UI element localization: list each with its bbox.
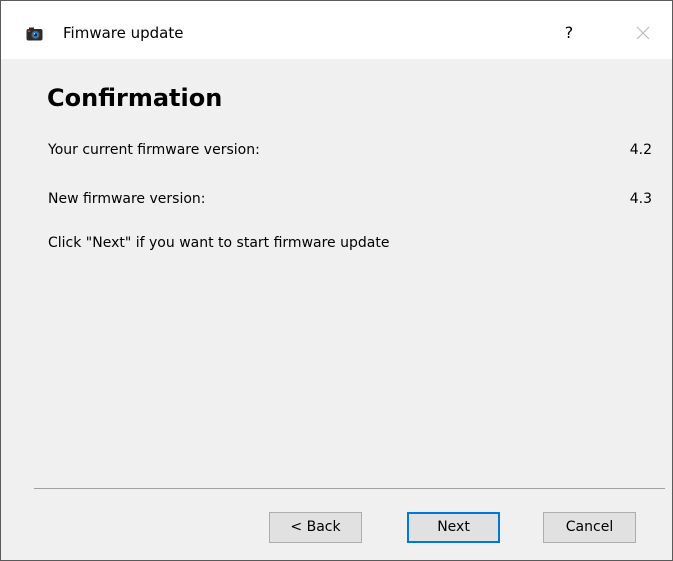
close-button[interactable] [620, 16, 666, 50]
current-version-value: 4.2 [629, 142, 652, 158]
cancel-button[interactable]: Cancel [543, 512, 636, 543]
footer-separator [34, 488, 665, 489]
current-version-label: Your current firmware version: [48, 142, 260, 158]
close-icon [636, 26, 650, 40]
window-title: Fimware update [63, 24, 184, 42]
page-title: Confirmation [47, 84, 223, 112]
help-button[interactable]: ? [546, 16, 592, 50]
title-bar: Fimware update ? [1, 1, 672, 59]
firmware-update-dialog: Fimware update ? Confirmation Your curre… [0, 0, 673, 561]
next-button[interactable]: Next [407, 512, 500, 543]
camera-icon [26, 26, 43, 41]
back-button[interactable]: < Back [269, 512, 362, 543]
new-version-value: 4.3 [629, 191, 652, 207]
new-version-label: New firmware version: [48, 191, 206, 207]
instruction-text: Click "Next" if you want to start firmwa… [48, 235, 390, 251]
